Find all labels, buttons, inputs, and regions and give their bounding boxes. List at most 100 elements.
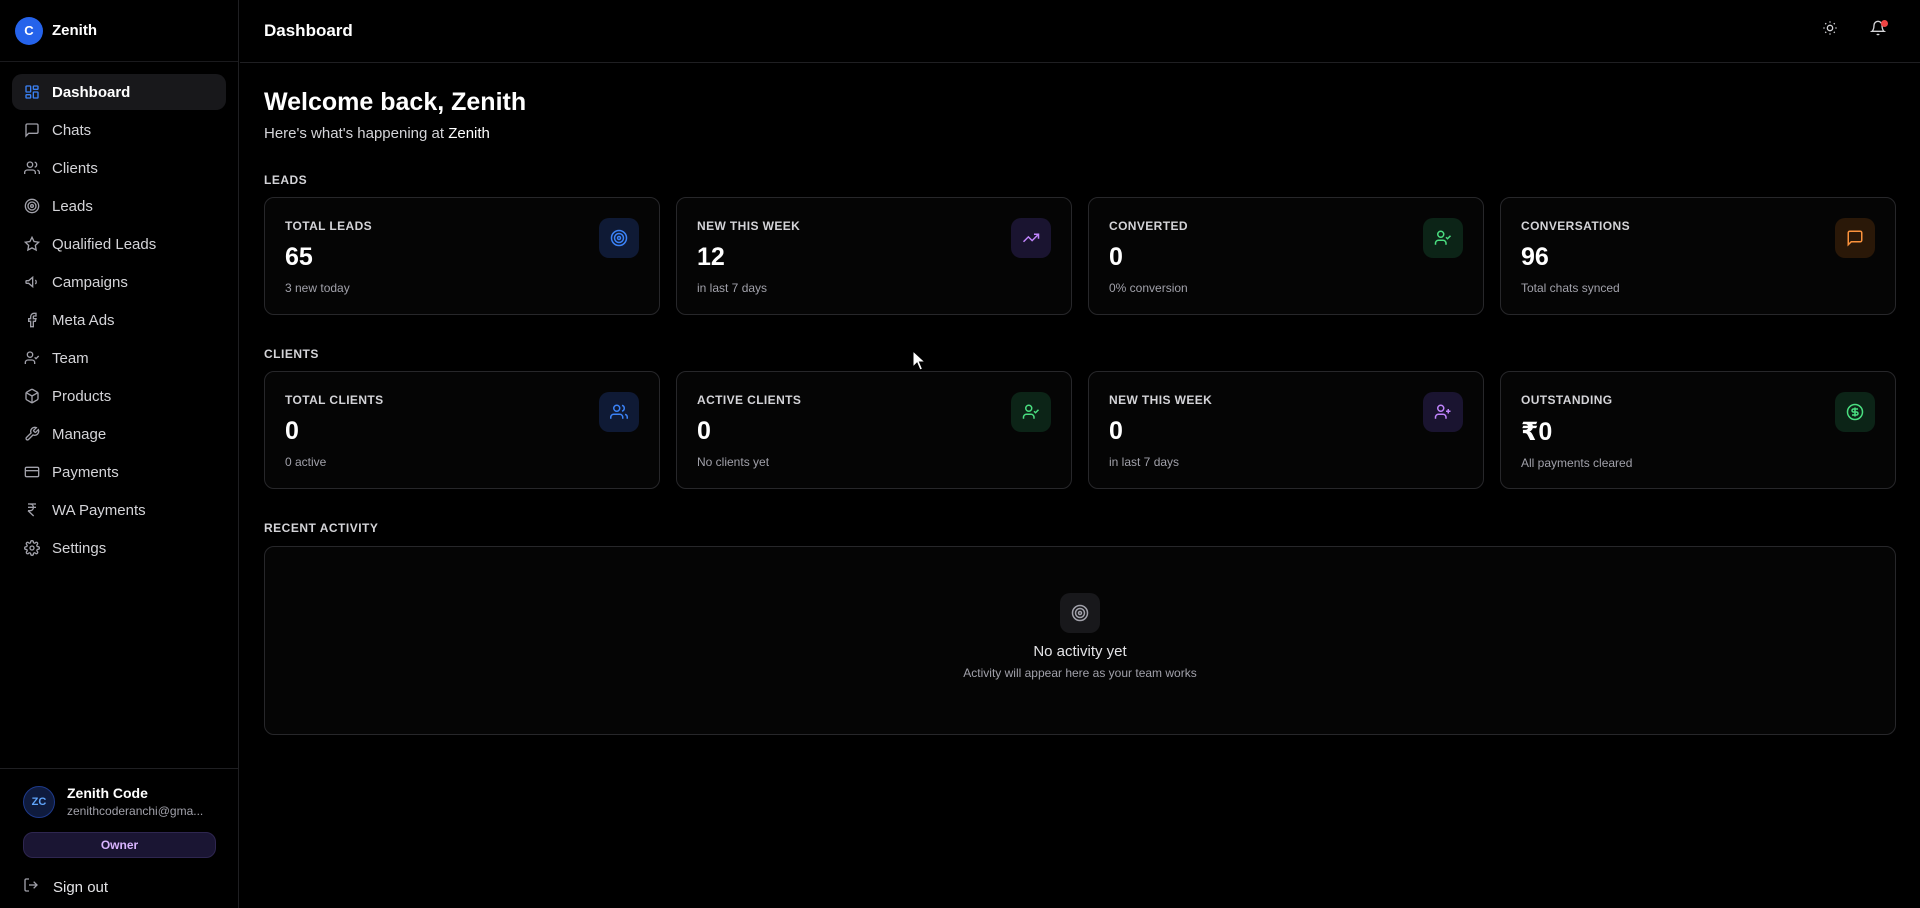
package-icon [24, 388, 40, 404]
welcome-subtitle: Here's what's happening at Zenith [264, 125, 1896, 142]
stat-card-converted[interactable]: CONVERTED 0 0% conversion [1088, 197, 1484, 315]
stat-label: TOTAL CLIENTS [285, 393, 384, 407]
stat-label: TOTAL LEADS [285, 219, 373, 233]
rupee-icon [24, 502, 40, 518]
activity-section-label: RECENT ACTIVITY [264, 521, 379, 535]
sign-out-label: Sign out [53, 878, 109, 896]
stat-value: 12 [697, 243, 725, 271]
brand-name: Zenith [52, 22, 97, 39]
log-out-icon [23, 877, 39, 897]
target-icon [24, 198, 40, 214]
sidebar-item-label: Campaigns [52, 273, 128, 291]
user-check-icon [1011, 392, 1051, 432]
stat-subtext: in last 7 days [1109, 455, 1180, 469]
megaphone-icon [24, 274, 40, 290]
sidebar-item-label: Chats [52, 121, 92, 139]
top-header: Dashboard [240, 0, 1920, 63]
sidebar-item-label: Products [52, 387, 112, 405]
user-email: zenithcoderanchi@gma... [67, 804, 204, 818]
stat-subtext: All payments cleared [1521, 456, 1633, 470]
user-info[interactable]: ZC Zenith Code zenithcoderanchi@gma... [23, 785, 216, 818]
welcome-heading: Welcome back, Zenith [264, 88, 527, 116]
leads-section-label: LEADS [264, 173, 308, 187]
sun-icon [1822, 20, 1838, 41]
sidebar-nav: Dashboard Chats Clients Leads Qualified … [0, 62, 238, 566]
stat-card-total-leads[interactable]: TOTAL LEADS 65 3 new today [264, 197, 660, 315]
stat-value: 0 [697, 417, 711, 445]
stat-value: 0 [1109, 243, 1123, 271]
sidebar-item-label: Leads [52, 197, 93, 215]
sidebar-item-label: Clients [52, 159, 98, 177]
clients-section-label: CLIENTS [264, 347, 319, 361]
stat-value: 65 [285, 243, 313, 271]
user-name: Zenith Code [67, 785, 148, 801]
dollar-circle-icon [1835, 392, 1875, 432]
brand[interactable]: C Zenith [0, 0, 238, 62]
sidebar-item-qualified-leads[interactable]: Qualified Leads [12, 226, 226, 262]
stat-subtext: in last 7 days [697, 281, 768, 295]
stat-subtext: 3 new today [285, 281, 350, 295]
sidebar-item-label: Qualified Leads [52, 235, 157, 253]
users-icon [24, 160, 40, 176]
sidebar-item-wa-payments[interactable]: WA Payments [12, 492, 226, 528]
empty-state-title: No activity yet [1033, 643, 1127, 660]
stat-label: ACTIVE CLIENTS [697, 393, 802, 407]
stat-value: 0 [285, 417, 299, 445]
stat-value: 0 [1109, 417, 1123, 445]
user-plus-icon [1423, 392, 1463, 432]
sidebar-item-products[interactable]: Products [12, 378, 226, 414]
avatar: ZC [23, 785, 55, 818]
sidebar-item-team[interactable]: Team [12, 340, 226, 376]
brand-logo: C [15, 16, 43, 45]
trending-up-icon [1011, 218, 1051, 258]
sidebar-item-leads[interactable]: Leads [12, 188, 226, 224]
sidebar-item-campaigns[interactable]: Campaigns [12, 264, 226, 300]
user-panel: ZC Zenith Code zenithcoderanchi@gma... O… [0, 768, 239, 908]
message-square-icon [1835, 218, 1875, 258]
stat-card-active-clients[interactable]: ACTIVE CLIENTS 0 No clients yet [676, 371, 1072, 489]
sidebar: C Zenith Dashboard Chats Clients Leads Q… [0, 0, 239, 908]
theme-toggle-button[interactable] [1818, 18, 1842, 42]
sidebar-item-manage[interactable]: Manage [12, 416, 226, 452]
stat-subtext: 0% conversion [1109, 281, 1188, 295]
sidebar-item-dashboard[interactable]: Dashboard [12, 74, 226, 110]
stat-card-new-this-week[interactable]: NEW THIS WEEK 12 in last 7 days [676, 197, 1072, 315]
gear-icon [24, 540, 40, 556]
stat-card-total-clients[interactable]: TOTAL CLIENTS 0 0 active [264, 371, 660, 489]
stat-subtext: No clients yet [697, 455, 770, 469]
stat-card-new-clients-this-week[interactable]: NEW THIS WEEK 0 in last 7 days [1088, 371, 1484, 489]
sidebar-item-label: Settings [52, 539, 107, 557]
role-badge: Owner [23, 832, 216, 858]
user-check-icon [24, 350, 40, 366]
stat-card-outstanding[interactable]: OUTSTANDING ₹0 All payments cleared [1500, 371, 1896, 489]
notification-dot [1881, 20, 1888, 27]
sidebar-item-clients[interactable]: Clients [12, 150, 226, 186]
users-icon [599, 392, 639, 432]
stat-card-conversations[interactable]: CONVERSATIONS 96 Total chats synced [1500, 197, 1896, 315]
target-icon [1060, 593, 1100, 633]
sidebar-item-settings[interactable]: Settings [12, 530, 226, 566]
welcome-subtitle-text: Here's what's happening at [264, 125, 445, 142]
sidebar-item-label: Payments [52, 463, 119, 481]
sidebar-item-label: Meta Ads [52, 311, 115, 329]
header-actions [1818, 18, 1890, 42]
clients-cards: TOTAL CLIENTS 0 0 active ACTIVE CLIENTS … [264, 371, 1896, 489]
sidebar-item-payments[interactable]: Payments [12, 454, 226, 490]
stat-label: OUTSTANDING [1521, 393, 1613, 407]
stat-subtext: 0 active [285, 455, 327, 469]
sidebar-item-meta-ads[interactable]: Meta Ads [12, 302, 226, 338]
sidebar-item-chats[interactable]: Chats [12, 112, 226, 148]
user-check-icon [1423, 218, 1463, 258]
sign-out-button[interactable]: Sign out [23, 876, 216, 898]
notifications-button[interactable] [1866, 18, 1890, 42]
org-name: Zenith [448, 125, 490, 142]
wrench-icon [24, 426, 40, 442]
stat-value: ₹0 [1521, 418, 1553, 446]
sidebar-item-label: Dashboard [52, 83, 131, 101]
stat-label: NEW THIS WEEK [1109, 393, 1213, 407]
main-content: Welcome back, Zenith Here's what's happe… [264, 63, 1896, 735]
sidebar-item-label: Manage [52, 425, 107, 443]
stat-label: CONVERSATIONS [1521, 219, 1630, 233]
grid-icon [24, 84, 40, 100]
sidebar-item-label: Team [52, 349, 89, 367]
